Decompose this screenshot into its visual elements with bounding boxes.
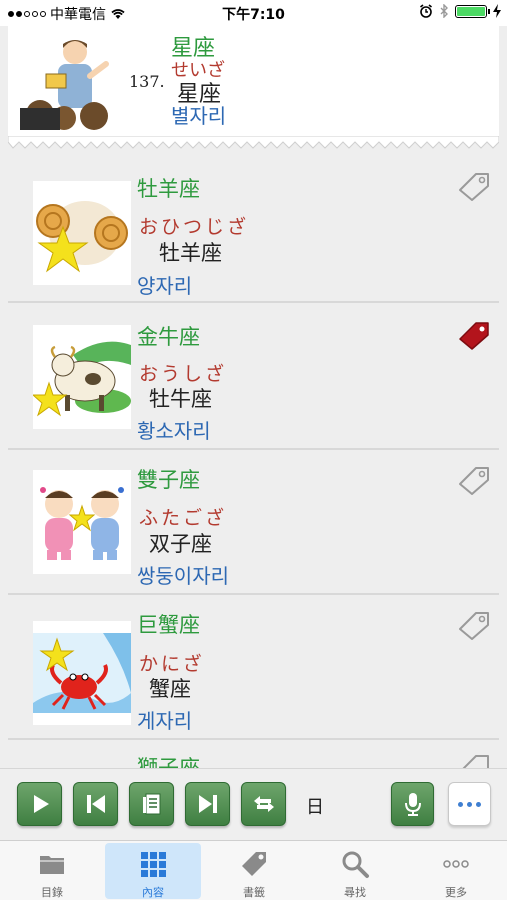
bookmark-tag-icon[interactable]: [456, 464, 492, 496]
entry-korean: 게자리: [137, 709, 193, 733]
next-button[interactable]: [185, 782, 230, 826]
ram-star-illustration: [33, 181, 131, 285]
bull-star-illustration: [33, 325, 131, 429]
category-korean: 별자리: [171, 104, 227, 128]
bookmark-tag-icon[interactable]: [456, 170, 492, 202]
tab-contents-index[interactable]: 目錄: [4, 843, 100, 899]
search-icon: [342, 851, 369, 878]
repeat-icon: [253, 796, 274, 812]
tag-icon: [242, 852, 266, 876]
language-label[interactable]: 日: [306, 793, 324, 819]
list-item[interactable]: 金牛座 おうしざ 牡牛座 황소자리: [8, 305, 499, 450]
play-button[interactable]: [17, 782, 62, 826]
entry-simplified: 牡羊座: [159, 241, 222, 265]
tab-label: 書籤: [243, 886, 265, 899]
entry-korean: 쌍둥이자리: [137, 564, 229, 588]
entry-kana: かにざ: [139, 653, 205, 675]
entry-word: 牡羊座: [137, 177, 200, 201]
tab-label: 尋找: [344, 886, 366, 899]
entry-kana: おひつじざ: [139, 216, 250, 238]
audio-toolbar: 日: [0, 768, 507, 840]
more-options-button[interactable]: [448, 782, 491, 826]
alarm-icon: [420, 4, 432, 18]
list-item[interactable]: 巨蟹座 かにざ 蟹座 게자리: [8, 595, 499, 740]
list-item[interactable]: 獅子座: [8, 740, 499, 768]
status-bar: 中華電信 下午7:10: [0, 0, 507, 26]
grid-icon: [141, 852, 166, 877]
entry-kana: おうしざ: [139, 363, 228, 385]
folder-icon: [40, 856, 64, 874]
entry-simplified: 双子座: [149, 532, 212, 556]
tab-bookmarks[interactable]: 書籤: [206, 843, 302, 899]
entry-simplified: 牡牛座: [149, 387, 212, 411]
list-item[interactable]: 牡羊座 おひつじざ 牡羊座 양자리: [8, 158, 499, 303]
tab-bar: 目錄 內容 書籤 尋找 更多: [0, 840, 507, 900]
list-item[interactable]: 雙子座 ふたござ 双子座 쌍둥이자리: [8, 450, 499, 595]
previous-icon: [86, 795, 105, 813]
entry-word: 金牛座: [137, 325, 200, 349]
crab-star-illustration: [33, 621, 131, 725]
bookmark-tag-icon[interactable]: [456, 752, 492, 768]
charging-icon: [493, 4, 501, 18]
list-button[interactable]: [129, 782, 174, 826]
teacher-reading-illustration: [20, 40, 109, 130]
battery-icon: [455, 4, 490, 18]
vocabulary-list[interactable]: 牡羊座 おひつじざ 牡羊座 양자리 金牛座 おうしざ 牡牛座 황소자리 雙子座 …: [8, 158, 499, 768]
more-dot: [476, 801, 481, 807]
entry-word: 獅子座: [137, 756, 200, 768]
repeat-button[interactable]: [241, 782, 286, 826]
entry-word: 巨蟹座: [137, 613, 200, 637]
tab-search[interactable]: 尋找: [307, 843, 403, 899]
tab-more[interactable]: 更多: [408, 843, 504, 899]
play-icon: [33, 795, 49, 813]
category-number: 137.: [129, 72, 165, 91]
more-dots-icon: [443, 860, 469, 868]
microphone-icon: [404, 793, 421, 816]
microphone-button[interactable]: [391, 782, 434, 826]
status-right: [419, 4, 501, 18]
entry-simplified: 蟹座: [149, 677, 191, 701]
tab-content[interactable]: 內容: [105, 843, 201, 899]
previous-button[interactable]: [73, 782, 118, 826]
header-zigzag-edge: [8, 136, 499, 149]
list-icon: [142, 793, 160, 815]
bluetooth-icon: [440, 4, 448, 18]
twins-star-illustration: [33, 470, 131, 574]
next-icon: [198, 795, 217, 813]
entry-kana: ふたござ: [139, 507, 228, 529]
tab-label: 目錄: [41, 886, 63, 899]
tab-label: 內容: [142, 886, 164, 899]
entry-korean: 황소자리: [137, 419, 211, 443]
more-dot: [458, 801, 463, 807]
tab-label: 更多: [445, 886, 467, 899]
entry-korean: 양자리: [137, 274, 193, 298]
more-dot: [467, 801, 472, 807]
entry-word: 雙子座: [137, 468, 200, 492]
bookmark-tag-icon[interactable]: [456, 609, 492, 641]
bookmark-tag-icon[interactable]: [456, 319, 492, 351]
